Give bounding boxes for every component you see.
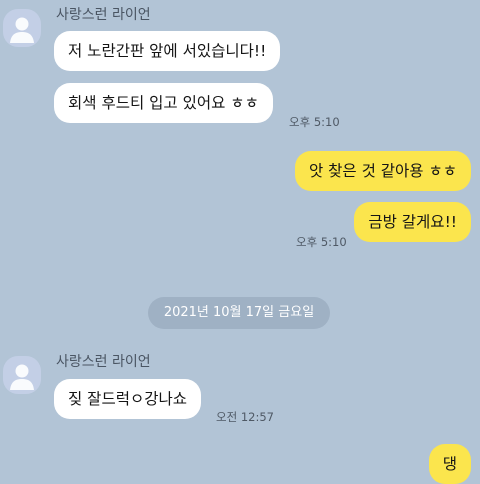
message-timestamp: 오후 5:10 xyxy=(296,235,347,249)
person-silhouette-icon xyxy=(10,17,34,43)
person-silhouette-icon xyxy=(10,364,34,390)
message-timestamp: 오전 12:57 xyxy=(216,410,274,424)
incoming-message-bubble[interactable]: 회색 후드티 입고 있어요 ㅎㅎ xyxy=(54,83,273,123)
outgoing-message-bubble[interactable]: 금방 갈게요!! xyxy=(354,202,471,242)
contact-avatar[interactable] xyxy=(3,9,41,47)
date-divider: 2021년 10월 17일 금요일 xyxy=(148,297,330,329)
sender-name: 사랑스런 라이언 xyxy=(56,7,151,23)
incoming-message-bubble[interactable]: 짖 잘드럭ㅇ강나쇼 xyxy=(54,379,202,419)
message-timestamp: 오후 5:10 xyxy=(289,115,340,129)
sender-name: 사랑스런 라이언 xyxy=(56,354,151,370)
outgoing-message-bubble[interactable]: 앗 찾은 것 같아용 ㅎㅎ xyxy=(294,151,471,191)
incoming-message-bubble[interactable]: 저 노란간판 앞에 서있습니다!! xyxy=(54,31,281,71)
contact-avatar[interactable] xyxy=(3,356,41,394)
outgoing-message-bubble[interactable]: 댕 xyxy=(428,444,471,484)
